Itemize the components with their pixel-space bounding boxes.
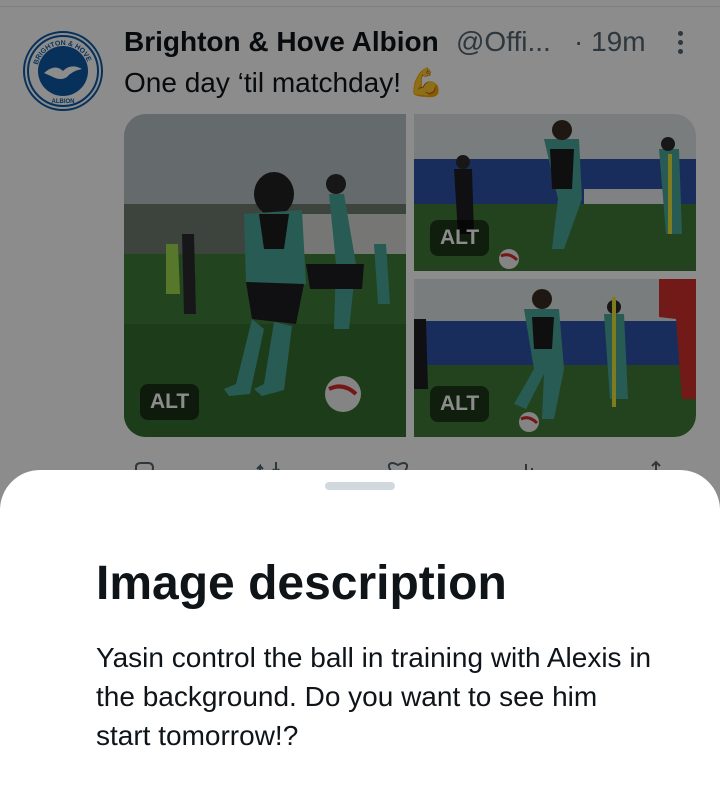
image-description-sheet: Image description Yasin control the ball… <box>0 470 720 800</box>
image-description-text: Yasin control the ball in training with … <box>96 642 652 751</box>
sheet-title: Image description <box>96 557 507 610</box>
sheet-drag-handle[interactable] <box>325 482 395 490</box>
